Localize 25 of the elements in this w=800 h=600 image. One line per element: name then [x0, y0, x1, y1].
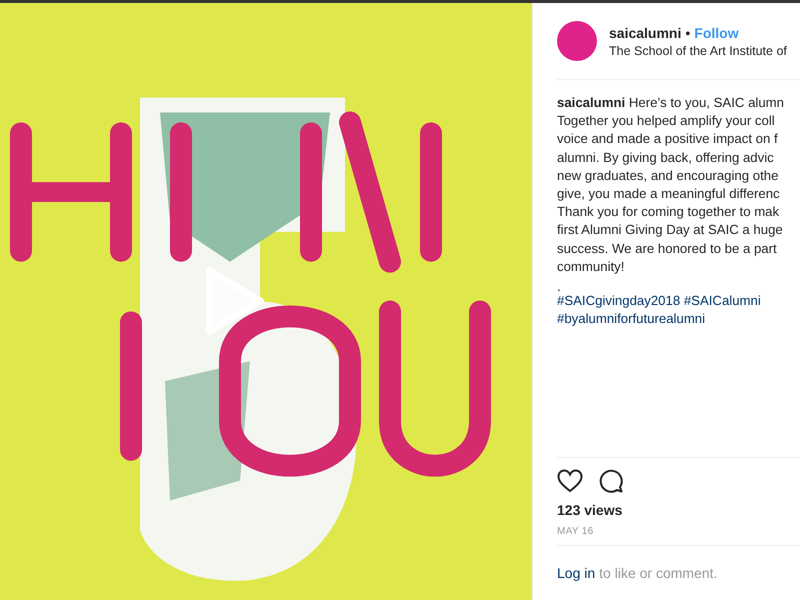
caption-username[interactable]: saicalumni	[557, 95, 626, 110]
username[interactable]: saicalumni	[609, 24, 682, 40]
separator: •	[685, 24, 690, 40]
hashtag-link[interactable]: #SAICgivingday2018 #SAICalumni	[557, 293, 761, 308]
login-prompt: to like or comment.	[599, 565, 718, 581]
caption-text: Here’s to you, SAIC alumn	[628, 95, 784, 110]
caption-text: voice and made a positive impact on f	[557, 131, 778, 146]
caption-text: first Alumni Giving Day at SAIC a huge	[557, 222, 783, 238]
login-link[interactable]: Log in	[557, 565, 596, 581]
post-date: MAY 16	[557, 526, 594, 537]
caption-text: alumni. By giving back, offering advic	[557, 150, 774, 165]
caption-text: Together you helped amplify your coll	[557, 113, 775, 128]
comment-icon[interactable]	[599, 469, 623, 493]
hashtag-link[interactable]: #byalumniforfuturealumni	[557, 311, 706, 326]
caption-text: Thank you for coming together to mak	[557, 204, 780, 220]
avatar-icon[interactable]	[557, 21, 597, 61]
caption-text: community!	[557, 258, 624, 274]
account-subtitle: The School of the Art Institute of	[609, 44, 787, 58]
caption-text: give, you made a meaningful differenc	[557, 186, 780, 202]
caption-text: new graduates, and encouraging othe	[557, 168, 778, 183]
caption-text: success. We are honored to be a part	[557, 240, 777, 256]
view-count: 123 views	[557, 502, 624, 518]
play-icon[interactable]	[205, 266, 265, 336]
heart-icon[interactable]	[557, 469, 583, 493]
caption-dot: .	[557, 279, 561, 294]
